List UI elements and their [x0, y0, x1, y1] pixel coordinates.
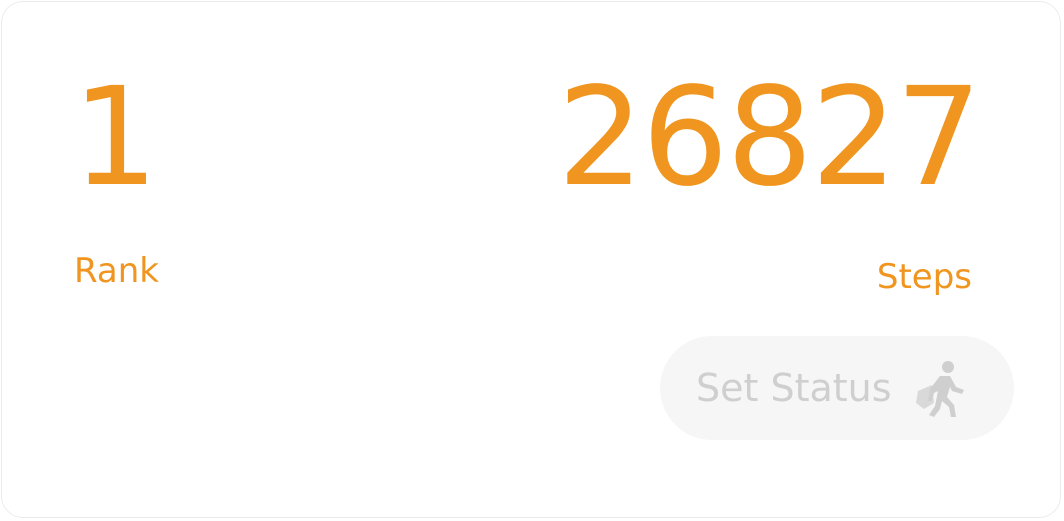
steps-card: 1 Rank 26827 Steps Set Status	[1, 1, 1061, 518]
set-status-label: Set Status	[696, 366, 892, 410]
set-status-button[interactable]: Set Status	[660, 336, 1014, 440]
steps-label: Steps	[876, 257, 972, 297]
rank-value: 1	[72, 59, 159, 217]
walking-person-icon	[910, 357, 972, 419]
rank-label: Rank	[74, 251, 159, 291]
steps-value: 26827	[557, 59, 982, 217]
